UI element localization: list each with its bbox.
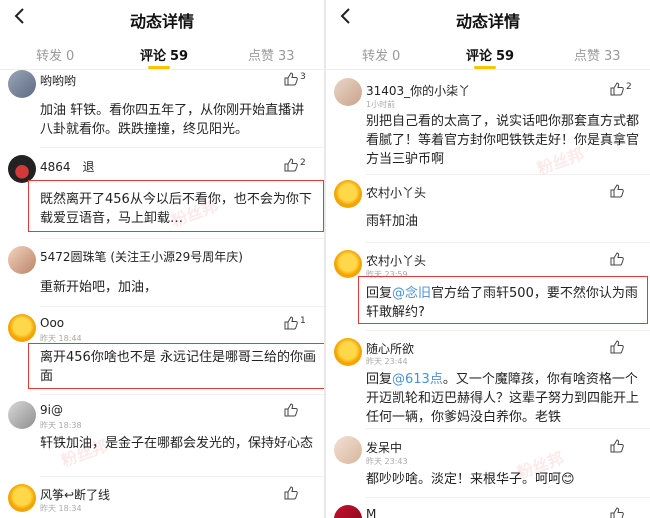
divider [366, 330, 650, 331]
comment-text: 都吵吵啥。淡定！来根华子。呵呵😊 [366, 472, 575, 487]
like-button[interactable]: 2 [610, 82, 642, 98]
commenter-name[interactable]: 发呆中 [366, 439, 402, 456]
commenter-name[interactable]: 4864 退 [40, 158, 95, 175]
like-button[interactable] [610, 507, 642, 518]
comment-text: 别把自己看的太高了，说实话吧你那套直方式都看腻了！等着官方封你吧铁铁走好！你是真… [366, 114, 640, 167]
thumbs-up-icon [284, 403, 298, 417]
divider [40, 476, 324, 477]
comment-time: 昨天 18:34 [40, 504, 82, 513]
highlight-box [28, 343, 324, 389]
top-bar: 动态详情 [0, 0, 324, 36]
avatar[interactable] [334, 78, 362, 106]
commenter-name[interactable]: 风筝↩断了线 [40, 486, 110, 503]
thumbs-up-icon [610, 82, 624, 96]
tab-comments[interactable]: 评论 59 [466, 45, 514, 64]
commenter-name[interactable]: 农村小丫头 [366, 184, 426, 201]
avatar[interactable] [8, 246, 36, 274]
commenter-name[interactable]: 随心所欲 [366, 340, 414, 357]
avatar[interactable] [334, 180, 362, 208]
comment-text: 回复@613点。又一个魔障孩，你有啥资格一个开迈凯轮和迈巴赫得人？这辈子努力到四… [366, 372, 640, 425]
divider [40, 394, 324, 395]
like-button[interactable] [610, 340, 642, 356]
commenter-name[interactable]: 31403_你的小柒丫 [366, 82, 470, 99]
commenter-name[interactable]: 9i@ [40, 403, 63, 417]
tab-comments[interactable]: 评论 59 [140, 45, 188, 64]
left-screen: 动态详情 转发 0 评论 59 点赞 33 哟哟哟 3 加油 轩铁。看你四五年了，从你… [0, 0, 324, 518]
comment-text: 加油 轩铁。看你四五年了，从你刚开始直播讲八卦就看你。跌跌撞撞，终见阳光。 [40, 103, 305, 137]
commenter-name[interactable]: M [366, 507, 376, 518]
comment-time: 昨天 23:43 [366, 457, 408, 466]
avatar[interactable] [334, 338, 362, 366]
tab-bar: 转发 0 评论 59 点赞 33 [326, 36, 650, 70]
divider [366, 497, 650, 498]
like-button[interactable] [284, 403, 316, 419]
like-button[interactable] [610, 184, 642, 200]
page-title: 动态详情 [455, 12, 520, 31]
commenter-name[interactable]: 哟哟哟 [40, 72, 76, 89]
thumbs-up-icon [610, 439, 624, 453]
like-button[interactable] [610, 252, 642, 268]
tab-repost[interactable]: 转发 0 [36, 45, 74, 64]
thumbs-up-icon [284, 158, 298, 172]
comment-time: 昨天 23:44 [366, 357, 408, 366]
thumbs-up-icon [610, 507, 624, 518]
divider [366, 174, 650, 175]
thumbs-up-icon [610, 252, 624, 266]
thumbs-up-icon [610, 340, 624, 354]
active-tab-indicator [474, 66, 496, 69]
mention-link[interactable]: @613点 [392, 372, 443, 387]
commenter-name[interactable]: 农村小丫头 [366, 252, 426, 269]
tab-likes[interactable]: 点赞 33 [248, 45, 295, 64]
commenter-name[interactable]: Ooo [40, 316, 64, 330]
avatar[interactable] [8, 70, 36, 98]
divider [40, 238, 324, 239]
thumbs-up-icon [610, 184, 624, 198]
avatar[interactable] [8, 155, 36, 183]
divider [366, 242, 650, 243]
right-screen: 动态详情 转发 0 评论 59 点赞 33 31403_你的小柒丫 1小时前 2 别把… [326, 0, 650, 518]
avatar[interactable] [334, 436, 362, 464]
thumbs-up-icon [284, 72, 298, 86]
divider [40, 306, 324, 307]
comment-time: 1小时前 [366, 100, 396, 109]
tab-repost[interactable]: 转发 0 [362, 45, 400, 64]
like-button[interactable]: 1 [284, 316, 316, 332]
avatar[interactable] [8, 314, 36, 342]
like-button[interactable]: 2 [284, 158, 316, 174]
thumbs-up-icon [284, 486, 298, 500]
active-tab-indicator [148, 66, 170, 69]
avatar[interactable] [8, 401, 36, 429]
highlight-box [358, 276, 648, 324]
comment-text: 雨轩加油 [366, 214, 419, 229]
comment-time: 昨天 18:38 [40, 421, 82, 430]
page-title: 动态详情 [129, 12, 194, 31]
avatar[interactable] [334, 505, 362, 518]
divider [366, 428, 650, 429]
like-button[interactable] [610, 439, 642, 455]
top-bar: 动态详情 [326, 0, 650, 36]
divider [40, 147, 324, 148]
thumbs-up-icon [284, 316, 298, 330]
comment-text: 重新开始吧，加油， [40, 280, 158, 295]
avatar[interactable] [334, 250, 362, 278]
avatar[interactable] [8, 484, 36, 512]
tab-likes[interactable]: 点赞 33 [574, 45, 621, 64]
like-button[interactable] [284, 486, 316, 502]
tab-bar: 转发 0 评论 59 点赞 33 [0, 36, 324, 70]
like-button[interactable]: 3 [284, 72, 316, 88]
commenter-name[interactable]: 5472圆珠笔 (关注王小源29号周年庆) [40, 248, 243, 265]
